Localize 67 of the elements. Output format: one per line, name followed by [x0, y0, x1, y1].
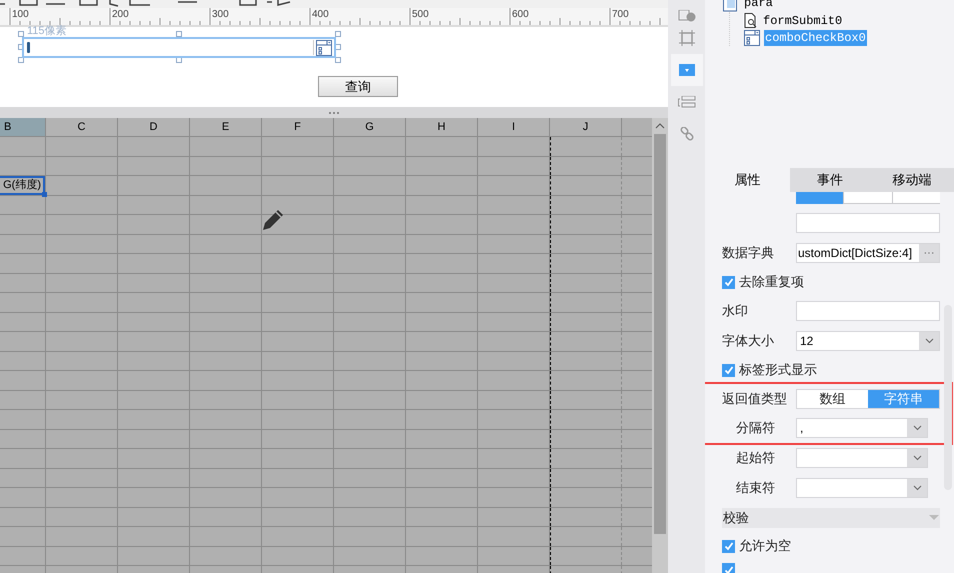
segment-tab[interactable]: [892, 192, 940, 204]
link-icon[interactable]: [680, 127, 694, 141]
ellipsis-button[interactable]: ···: [919, 244, 939, 262]
vertical-scrollbar[interactable]: [652, 118, 668, 573]
property-label: 字体大小: [722, 332, 775, 350]
chevron-icon: [912, 455, 922, 461]
text-cursor: [27, 42, 30, 53]
dropdown-icon[interactable]: [678, 64, 694, 76]
checkbox[interactable]: [722, 276, 735, 288]
property-label: 水印: [722, 302, 749, 320]
checkbox[interactable]: [722, 563, 735, 573]
text-field[interactable]: [796, 213, 940, 233]
section-title: 校验: [723, 508, 749, 527]
property-label: 起始符: [735, 449, 776, 468]
checkbox[interactable]: [722, 540, 735, 552]
checkbox-label: 标签形式显示: [739, 361, 817, 380]
chevron-icon: [912, 425, 922, 431]
property-label: 返回值类型: [722, 390, 788, 408]
ruler-label: 600: [512, 10, 529, 20]
chevron-icon: [912, 485, 922, 491]
checkbox-label: 允许为空: [739, 537, 791, 556]
frame-icon[interactable]: [678, 30, 694, 46]
ruler-label: 300: [212, 10, 229, 20]
text-field[interactable]: [796, 301, 940, 321]
scrollbar-thumb[interactable]: [654, 134, 666, 534]
column-header[interactable]: B: [0, 118, 46, 136]
chevron-icon: [924, 338, 934, 344]
combo-checkbox-widget[interactable]: [22, 37, 336, 58]
panel-tab[interactable]: 移动端: [870, 168, 954, 192]
size-hint: 115像素: [27, 26, 67, 37]
property-label: 数据字典: [722, 244, 775, 262]
ruler-label: 100: [12, 10, 29, 20]
info-grid-icon[interactable]: [678, 10, 696, 22]
ruler-label: 200: [112, 10, 129, 20]
combo-box-icon: [744, 30, 760, 46]
caret-icon: [929, 514, 939, 520]
property-label: 结束符: [735, 479, 776, 498]
dropdown-button[interactable]: [907, 419, 927, 437]
ruler-label: 500: [412, 10, 429, 20]
document-search-icon: [744, 13, 758, 28]
layout-icon[interactable]: [678, 96, 696, 108]
property-label: 分隔符: [735, 419, 776, 438]
combo-box-icon: [316, 40, 332, 56]
dropdown-button[interactable]: [907, 449, 927, 467]
segment-tab[interactable]: [843, 192, 892, 204]
select-field[interactable]: [796, 478, 928, 498]
select-field[interactable]: 12: [796, 331, 940, 351]
dropdown-button[interactable]: [919, 332, 939, 350]
ruler-label: 400: [312, 10, 329, 20]
field-value: ustomDict[DictSize:4]: [797, 245, 914, 262]
query-button[interactable]: 查询: [318, 76, 398, 97]
select-value: ,: [799, 420, 804, 437]
splitter-handle-icon[interactable]: [329, 112, 339, 114]
tree-node[interactable]: formSubmit0: [762, 12, 844, 28]
ruler-label: 700: [612, 10, 629, 20]
checkbox[interactable]: [722, 364, 735, 376]
properties-scrollbar[interactable]: [944, 305, 952, 490]
dictionary-field[interactable]: ustomDict[DictSize:4] ···: [796, 243, 940, 263]
section-header[interactable]: 校验: [722, 508, 940, 528]
select-field[interactable]: ,: [796, 418, 928, 438]
panel-tab[interactable]: 事件: [790, 168, 870, 192]
checkbox-label: 去除重复项: [739, 273, 804, 292]
dropdown-button[interactable]: [907, 479, 927, 497]
selected-cell[interactable]: G(纬度): [0, 176, 45, 194]
select-value: 12: [799, 333, 814, 350]
select-field[interactable]: [796, 448, 928, 468]
side-tab[interactable]: [670, 54, 702, 86]
